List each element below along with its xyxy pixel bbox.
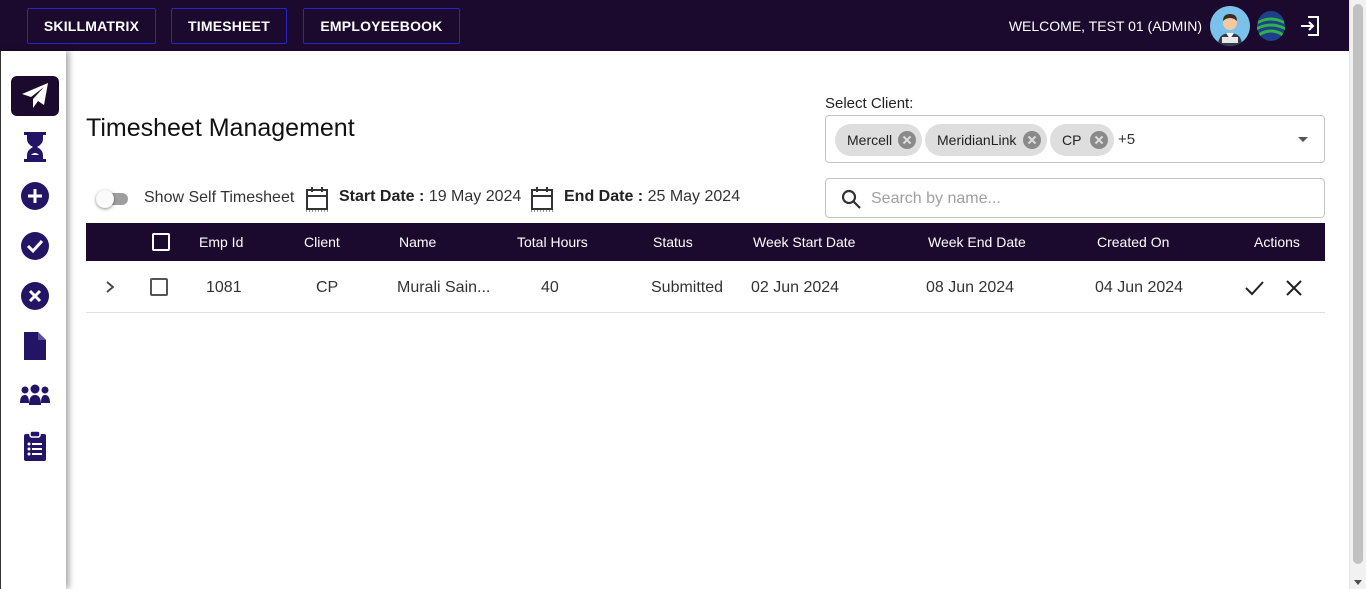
end-date: End Date : 25 May 2024 (564, 188, 740, 206)
sidebar-item-tasks[interactable] (11, 426, 59, 466)
sidebar-item-reports[interactable] (11, 326, 59, 366)
start-date: Start Date : 19 May 2024 (339, 188, 521, 206)
start-date-label: Start Date : (339, 188, 425, 205)
search-icon (841, 189, 861, 209)
select-all-checkbox[interactable] (152, 233, 170, 251)
sidebar-item-rejected[interactable] (11, 276, 59, 316)
chip-remove-icon[interactable] (898, 131, 916, 149)
column-header-name[interactable]: Name (399, 234, 436, 250)
chip-remove-icon[interactable] (1090, 131, 1108, 149)
sidebar-item-submit[interactable] (11, 76, 59, 116)
chip-label: MeridianLink (937, 132, 1017, 148)
end-date-value: 25 May 2024 (647, 188, 741, 205)
sidebar-item-add[interactable] (11, 176, 59, 216)
users-icon (20, 384, 50, 405)
search-box (825, 178, 1325, 218)
column-header-total-hours[interactable]: Total Hours (517, 234, 588, 250)
client-chip-meridianlink: MeridianLink (925, 124, 1047, 156)
expand-row-chevron-icon[interactable] (104, 279, 116, 295)
plus-circle-icon (21, 182, 49, 210)
start-date-value: 19 May 2024 (428, 188, 522, 205)
clipboard-list-icon (24, 430, 46, 461)
hourglass-icon (24, 132, 46, 162)
nav-timesheet-button[interactable]: TIMESHEET (171, 8, 287, 44)
sidebar-item-team[interactable] (11, 376, 59, 416)
sidebar (0, 51, 66, 589)
column-header-week-start-date[interactable]: Week Start Date (753, 234, 855, 250)
chip-label: Mercell (847, 132, 893, 148)
check-circle-icon (21, 232, 49, 260)
company-logo-icon (1255, 8, 1287, 44)
dropdown-arrow-icon[interactable] (1298, 137, 1308, 142)
reject-close-icon[interactable] (1283, 277, 1305, 299)
end-date-calendar-icon[interactable] (530, 186, 554, 212)
cell-total-hours: 40 (541, 279, 559, 296)
file-icon (24, 332, 46, 360)
sidebar-item-pending[interactable] (11, 127, 59, 167)
welcome-text: WELCOME, TEST 01 (ADMIN) (1008, 18, 1202, 34)
client-multiselect[interactable]: Mercell MeridianLink CP +5 (825, 115, 1325, 163)
cell-status: Submitted (651, 279, 724, 296)
self-timesheet-toggle[interactable] (96, 190, 132, 208)
column-header-emp-id[interactable]: Emp Id (199, 234, 243, 250)
column-header-actions: Actions (1254, 234, 1300, 250)
column-header-week-end-date[interactable]: Week End Date (928, 234, 1026, 250)
scrollbar-thumb[interactable] (1353, 4, 1363, 564)
client-chip-cp: CP (1050, 124, 1114, 156)
approve-check-icon[interactable] (1243, 277, 1265, 299)
table-row[interactable]: 1081 CP Murali Sain... 40 Submitted 02 J… (86, 261, 1325, 313)
cell-created-on: 04 Jun 2024 (1095, 279, 1184, 296)
cell-week-end-date: 08 Jun 2024 (926, 279, 1015, 296)
search-input[interactable] (871, 187, 1291, 211)
chip-label: CP (1062, 132, 1082, 148)
scroll-down-arrow-icon[interactable] (1354, 580, 1362, 585)
column-header-created-on[interactable]: Created On (1097, 234, 1169, 250)
logout-icon[interactable] (1299, 15, 1321, 37)
table-header: Emp Id Client Name Total Hours Status We… (86, 223, 1325, 261)
client-chip-mercell: Mercell (835, 124, 922, 156)
vertical-scrollbar[interactable] (1349, 0, 1366, 589)
column-header-status[interactable]: Status (653, 234, 693, 250)
more-clients-count: +5 (1118, 131, 1136, 148)
select-client-label: Select Client: (825, 95, 914, 112)
sidebar-item-approved[interactable] (11, 226, 59, 266)
column-header-client[interactable]: Client (304, 234, 340, 250)
cell-week-start-date: 02 Jun 2024 (751, 279, 840, 296)
user-avatar[interactable] (1210, 6, 1250, 46)
nav-skillmatrix-button[interactable]: SKILLMATRIX (27, 8, 156, 44)
start-date-calendar-icon[interactable] (305, 186, 329, 212)
cell-name: Murali Sain... (397, 279, 491, 296)
page-title: Timesheet Management (86, 114, 355, 142)
end-date-label: End Date : (564, 188, 644, 205)
chip-remove-icon[interactable] (1023, 131, 1041, 149)
cell-client: CP (316, 279, 339, 296)
paper-plane-icon (22, 83, 48, 108)
x-circle-icon (21, 282, 49, 310)
nav-employeebook-button[interactable]: EMPLOYEEBOOK (303, 8, 460, 44)
cell-emp-id: 1081 (206, 279, 242, 296)
top-nav-bar: SKILLMATRIX TIMESHEET EMPLOYEEBOOK WELCO… (0, 0, 1350, 51)
row-checkbox[interactable] (150, 278, 168, 296)
self-timesheet-label: Show Self Timesheet (144, 189, 295, 206)
